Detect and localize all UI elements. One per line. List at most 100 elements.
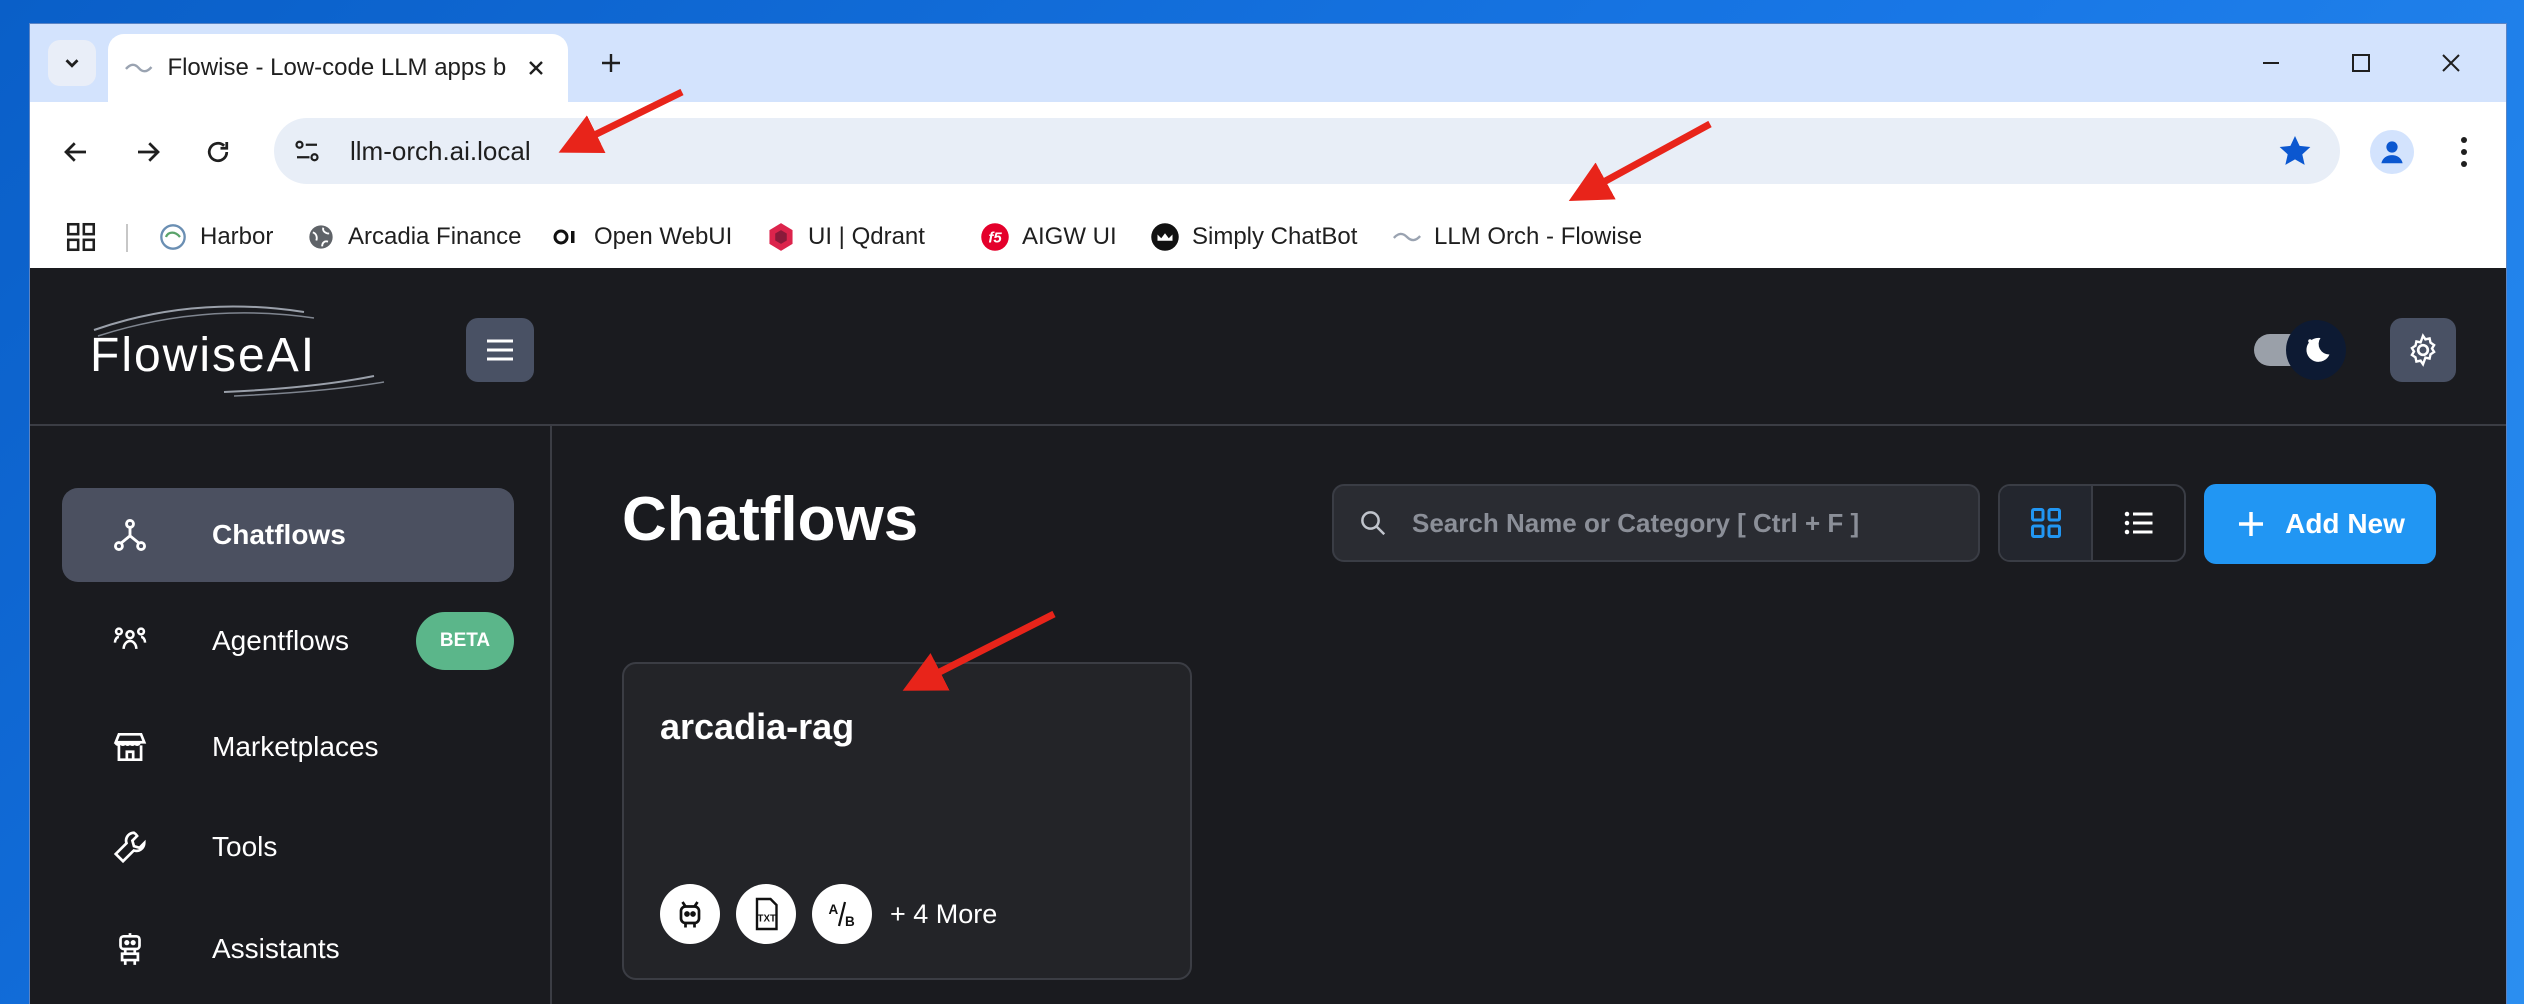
bookmark-label: Open WebUI — [594, 223, 733, 250]
menu-toggle-button[interactable] — [466, 318, 534, 382]
settings-button[interactable] — [2390, 318, 2456, 382]
new-tab-button[interactable] — [590, 42, 632, 84]
logo-text: FlowiseAI — [90, 329, 317, 382]
list-view-button[interactable] — [2091, 486, 2184, 560]
plus-icon — [602, 54, 620, 72]
sidebar-item-label: Marketplaces — [212, 731, 379, 762]
flowise-tab-icon — [125, 63, 153, 73]
browser-window: Flowise - Low-code LLM apps b llm-orch.a… — [30, 24, 2506, 1004]
tab-strip: Flowise - Low-code LLM apps b — [30, 24, 2506, 102]
beta-badge: BETA — [416, 612, 514, 670]
moon-icon — [2306, 337, 2330, 362]
f5-icon: f5 — [980, 222, 1010, 252]
view-toggle — [1998, 484, 2186, 562]
reload-button[interactable] — [190, 124, 246, 180]
robot-node-icon — [660, 884, 720, 944]
svg-text:B: B — [845, 914, 855, 929]
chatflows-icon — [110, 515, 150, 555]
site-info-icon[interactable] — [282, 126, 332, 176]
minimize-icon — [2263, 62, 2279, 64]
bookmark-label: LLM Orch - Flowise — [1434, 223, 1643, 250]
forward-button[interactable] — [120, 124, 176, 180]
search-icon — [1358, 508, 1398, 538]
browser-menu-button[interactable] — [2444, 128, 2484, 176]
bookmark-separator — [126, 224, 128, 252]
sidebar-item-chatflows[interactable]: Chatflows — [62, 488, 514, 582]
tools-icon — [110, 827, 150, 867]
search-box[interactable] — [1332, 484, 1980, 562]
svg-text:A: A — [829, 902, 839, 917]
minimize-button[interactable] — [2226, 24, 2316, 102]
app-header: FlowiseAI — [30, 268, 2506, 426]
marketplace-icon — [110, 727, 150, 767]
person-icon — [2381, 141, 2403, 164]
sidebar-item-assistants[interactable]: Assistants — [62, 902, 514, 996]
sidebar-item-marketplaces[interactable]: Marketplaces — [62, 700, 514, 794]
add-new-label: Add New — [2285, 508, 2405, 539]
card-view-button[interactable] — [2000, 486, 2091, 560]
sidebar-item-label: Assistants — [212, 933, 340, 964]
bookmark-label: Arcadia Finance — [348, 223, 522, 250]
url-text: llm-orch.ai.local — [350, 135, 531, 166]
flowise-logo[interactable]: FlowiseAI — [74, 300, 404, 400]
chatflow-title: arcadia-rag — [660, 706, 855, 747]
bookmark-harbor[interactable]: Harbor — [158, 206, 273, 268]
profile-button[interactable] — [2370, 130, 2414, 174]
address-bar[interactable]: llm-orch.ai.local — [274, 118, 2340, 184]
more-nodes-text: + 4 More — [890, 898, 998, 929]
dark-mode-toggle[interactable] — [2244, 320, 2346, 380]
globe-icon — [306, 222, 336, 252]
bookmark-star-icon[interactable] — [2276, 132, 2314, 175]
sidebar-item-label: Agentflows — [212, 625, 349, 656]
browser-toolbar: llm-orch.ai.local — [30, 102, 2506, 206]
sidebar-item-label: Tools — [212, 831, 278, 862]
close-icon — [529, 61, 544, 75]
bookmarks-bar: Harbor Arcadia Finance Open WebUI UI | Q… — [30, 206, 2506, 269]
search-input[interactable] — [1410, 506, 1978, 540]
tab-search-button[interactable] — [48, 40, 96, 86]
kebab-menu-icon — [2461, 137, 2467, 167]
add-new-button[interactable]: Add New — [2204, 484, 2436, 564]
apps-grid-icon[interactable] — [64, 220, 98, 259]
ab-icon: AB — [812, 884, 872, 944]
bookmark-label: Simply ChatBot — [1192, 223, 1358, 250]
close-icon — [2442, 54, 2460, 72]
hamburger-icon — [487, 339, 513, 361]
tab-title: Flowise - Low-code LLM apps b — [167, 54, 507, 81]
browser-tab[interactable]: Flowise - Low-code LLM apps b — [108, 34, 568, 102]
grid-view-icon — [2030, 508, 2061, 538]
agentflows-icon — [110, 621, 150, 661]
page-title: Chatflows — [622, 485, 919, 554]
sidebar-item-tools[interactable]: Tools — [62, 800, 514, 894]
chatbot-icon — [1150, 222, 1180, 252]
tab-close-button[interactable] — [521, 52, 552, 84]
svg-text:TXT: TXT — [758, 914, 776, 925]
sidebar-item-label: Chatflows — [212, 519, 346, 550]
window-close-button[interactable] — [2406, 24, 2496, 102]
flowise-icon — [1392, 222, 1422, 252]
gear-icon — [2410, 333, 2436, 367]
list-view-icon — [2124, 511, 2152, 535]
plus-icon — [2239, 512, 2264, 536]
svg-text:f5: f5 — [988, 230, 1002, 247]
maximize-icon — [2352, 54, 2370, 72]
arrow-left-icon — [64, 142, 86, 162]
sidebar-item-agentflows[interactable]: Agentflows BETA — [62, 594, 514, 688]
arrow-right-icon — [138, 142, 160, 162]
chatflow-card[interactable]: arcadia-rag TXT AB + 4 More — [622, 662, 1192, 980]
bookmark-label: AIGW UI — [1022, 223, 1117, 250]
bookmark-qdrant[interactable]: UI | Qdrant — [766, 206, 925, 268]
bookmark-arcadia-finance[interactable]: Arcadia Finance — [306, 206, 521, 268]
bookmark-llm-orch-flowise[interactable]: LLM Orch - Flowise — [1392, 206, 1642, 268]
txt-file-icon: TXT — [736, 884, 796, 944]
maximize-button[interactable] — [2316, 24, 2406, 102]
main-content: Chatflows Add New arcadia-rag — [552, 426, 2506, 1004]
openwebui-icon — [552, 222, 582, 252]
robot-icon — [110, 929, 150, 969]
back-button[interactable] — [48, 124, 104, 180]
bookmark-aigw-ui[interactable]: f5 AIGW UI — [980, 206, 1117, 268]
bookmark-simply-chatbot[interactable]: Simply ChatBot — [1150, 206, 1357, 268]
reload-icon — [207, 141, 229, 163]
bookmark-open-webui[interactable]: Open WebUI — [552, 206, 732, 268]
node-icons: TXT AB + 4 More — [660, 884, 997, 944]
